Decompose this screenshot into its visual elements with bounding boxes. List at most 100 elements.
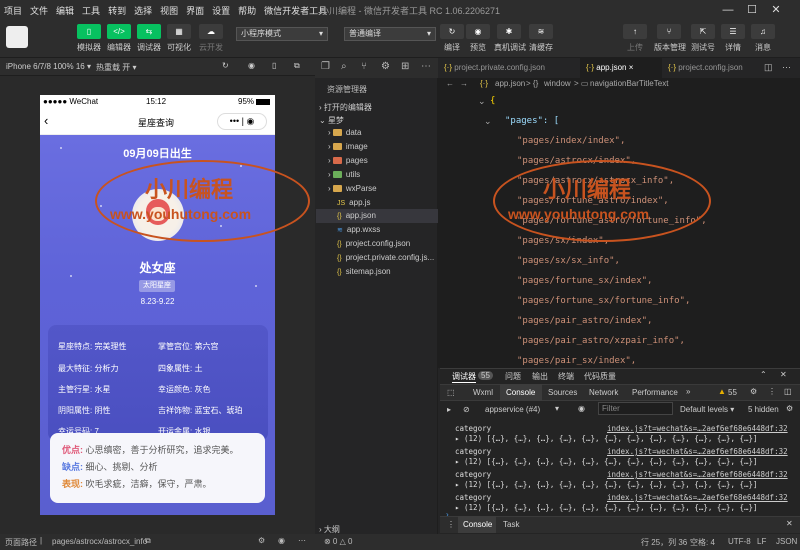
tree-item-utils[interactable]: › utils — [328, 170, 360, 179]
tree-item-sitemap[interactable]: {} sitemap.json — [337, 267, 391, 276]
details-button[interactable]: ☰ 详情 — [718, 24, 748, 53]
minimize-button[interactable]: — — [718, 2, 738, 18]
tree-item-project-private-config[interactable]: {} project.private.config.js... — [337, 253, 434, 262]
tab-problems[interactable]: 问题 — [505, 371, 521, 382]
tab-console[interactable]: Console — [506, 388, 535, 397]
context-select[interactable]: appservice (#4) — [485, 405, 540, 414]
menu-select[interactable]: 选择 — [130, 4, 156, 17]
tab-code-quality[interactable]: 代码质量 — [584, 371, 616, 382]
close-button[interactable]: ✕ — [766, 2, 786, 18]
hot-reload-select[interactable]: 热重载 开 ▾ — [96, 62, 136, 73]
close-icon[interactable]: × — [629, 63, 634, 72]
tab-output[interactable]: 输出 — [532, 371, 548, 382]
tab-performance[interactable]: Performance — [632, 388, 678, 397]
line-ending[interactable]: LF — [757, 537, 766, 546]
upload-button[interactable]: ↑ 上传 — [620, 24, 650, 53]
tree-item-app-json[interactable]: {} app.json — [337, 211, 376, 220]
cloud-button[interactable]: ☁ 云开发 — [196, 24, 226, 53]
copy-icon[interactable]: ⧉ — [145, 536, 151, 546]
log-detail[interactable]: ▸ (12) [{…}, {…}, {…}, {…}, {…}, {…}, {…… — [455, 480, 758, 489]
tab-terminal[interactable]: 终端 — [558, 371, 574, 382]
tree-item-app-js[interactable]: JS app.js — [337, 198, 371, 207]
preview-button[interactable]: ◉ 预览 — [463, 24, 493, 53]
clear-console-icon[interactable]: ⊘ — [463, 405, 470, 414]
tab-wxml[interactable]: Wxml — [473, 388, 493, 397]
refresh-icon[interactable]: ↻ — [222, 61, 229, 70]
menu-help[interactable]: 帮助 — [234, 4, 260, 17]
log-detail[interactable]: ▸ (12) [{…}, {…}, {…}, {…}, {…}, {…}, {…… — [455, 457, 758, 466]
menu-interface[interactable]: 界面 — [182, 4, 208, 17]
forward-icon[interactable]: → — [460, 79, 468, 88]
encoding[interactable]: UTF-8 — [728, 537, 751, 546]
capsule-menu[interactable]: ••• | ◉ — [217, 113, 267, 130]
tab-sources[interactable]: Sources — [548, 388, 577, 397]
real-debug-button[interactable]: ✱ 真机调试 — [494, 24, 526, 53]
mode-select[interactable]: 小程序模式 ▾ — [236, 27, 328, 41]
more-icon[interactable]: ⋯ — [421, 61, 431, 72]
menu-settings[interactable]: 设置 — [208, 4, 234, 17]
maximize-button[interactable]: ☐ — [742, 2, 762, 18]
more-tabs-icon[interactable]: » — [686, 387, 690, 396]
problems-count[interactable]: ⊗ 0 △ 0 — [324, 537, 352, 546]
log-source-link[interactable]: index.js?t=wechat&s=…2aef6ef68e6448df:32 — [607, 447, 788, 456]
split-editor-icon[interactable]: ◫ — [764, 62, 773, 73]
inspect-icon[interactable]: ⬚ — [447, 388, 455, 397]
log-detail[interactable]: ▸ (12) [{…}, {…}, {…}, {…}, {…}, {…}, {…… — [455, 434, 758, 443]
avatar[interactable] — [6, 26, 28, 48]
log-levels-select[interactable]: Default levels ▾ — [680, 405, 734, 414]
menu-edit[interactable]: 编辑 — [52, 4, 78, 17]
clear-cache-button[interactable]: ≋ 清缓存 — [526, 24, 556, 53]
breadcrumb-file[interactable]: app.json — [495, 79, 525, 88]
test-account-button[interactable]: ⇱ 测试号 — [688, 24, 718, 53]
project-section[interactable]: ⌄ 星梦 — [319, 115, 344, 126]
version-button[interactable]: ⑂ 版本管理 — [654, 24, 686, 53]
more-icon[interactable]: ⋮ — [447, 520, 455, 529]
chevron-up-icon[interactable]: ⌃ — [760, 370, 767, 379]
fold-icon[interactable]: ⌄ — [478, 96, 486, 107]
record-icon[interactable]: ◉ — [248, 61, 255, 70]
tree-item-app-wxss[interactable]: ≋ app.wxss — [337, 225, 380, 234]
debugger-button[interactable]: ⇆ 调试器 — [134, 24, 164, 53]
fold-icon[interactable]: ⌄ — [484, 116, 492, 127]
more-icon[interactable]: ⋯ — [298, 536, 306, 545]
dock-icon[interactable]: ◫ — [784, 387, 792, 396]
menu-tools[interactable]: 工具 — [78, 4, 104, 17]
chevron-down-icon[interactable]: ▾ — [555, 404, 559, 413]
extensions-icon[interactable]: ⊞ — [401, 61, 409, 72]
eye-icon[interactable]: ◉ — [278, 536, 285, 545]
debug-icon[interactable]: ⚙ — [381, 61, 390, 72]
compile-select[interactable]: 普通编译 ▾ — [344, 27, 436, 41]
drawer-tab-console[interactable]: Console — [463, 520, 492, 529]
page-path[interactable]: pages/astrocx/astrocx_info — [52, 537, 147, 546]
tree-item-data[interactable]: › data — [328, 128, 361, 137]
sidebar-toggle-icon[interactable]: ▸ — [447, 405, 451, 414]
log-detail[interactable]: ▸ (12) [{…}, {…}, {…}, {…}, {…}, {…}, {…… — [455, 503, 758, 512]
open-editors-section[interactable]: › 打开的编辑器 — [319, 102, 372, 113]
tab-project-config[interactable]: {·} project.config.json — [662, 58, 762, 78]
source-control-icon[interactable]: ⑂ — [361, 61, 367, 72]
eye-icon[interactable]: ◉ — [578, 404, 585, 413]
language-mode[interactable]: JSON — [776, 537, 797, 546]
log-source-link[interactable]: index.js?t=wechat&s=…2aef6ef68e6448df:32 — [607, 470, 788, 479]
gear-icon[interactable]: ⚙ — [786, 404, 793, 413]
tree-item-pages[interactable]: › pages — [328, 156, 368, 165]
tab-app-json[interactable]: {·} app.json × — [580, 58, 662, 78]
search-icon[interactable]: ⌕ — [341, 61, 347, 72]
editor-button[interactable]: </> 编辑器 — [104, 24, 134, 53]
indent-setting[interactable]: 空格: 4 — [690, 537, 715, 548]
breadcrumb-key[interactable]: navigationBarTitleText — [590, 79, 668, 88]
menu-file[interactable]: 文件 — [26, 4, 52, 17]
menu-view[interactable]: 视图 — [156, 4, 182, 17]
breadcrumb-window[interactable]: window — [544, 79, 571, 88]
tab-network[interactable]: Network — [589, 388, 618, 397]
back-icon[interactable]: ← — [446, 79, 454, 88]
more-icon[interactable]: ⋯ — [782, 62, 791, 73]
menu-goto[interactable]: 转到 — [104, 4, 130, 17]
files-icon[interactable]: ❐ — [321, 61, 330, 72]
log-source-link[interactable]: index.js?t=wechat&s=…2aef6ef68e6448df:32 — [607, 493, 788, 502]
messages-button[interactable]: ♫ 消息 — [748, 24, 778, 53]
cursor-position[interactable]: 行 25，列 36 — [641, 537, 687, 548]
settings-icon[interactable]: ⚙ — [258, 536, 265, 545]
tab-debugger[interactable]: 调试器 — [452, 371, 476, 383]
window-icon[interactable]: ⧉ — [294, 61, 300, 71]
